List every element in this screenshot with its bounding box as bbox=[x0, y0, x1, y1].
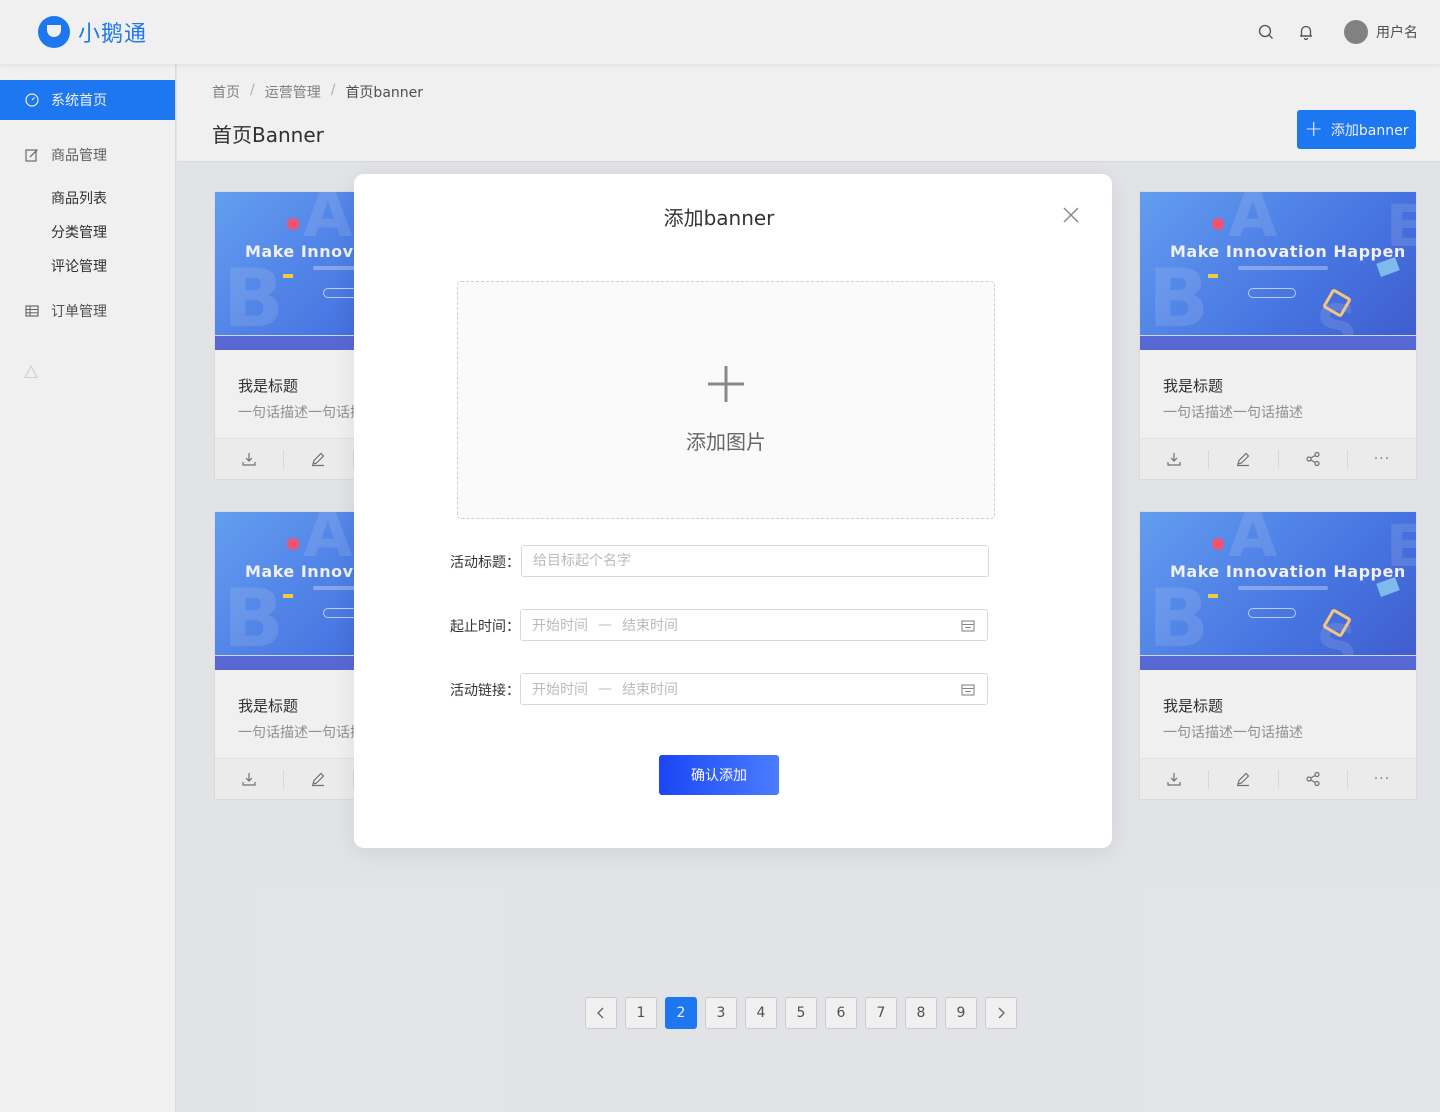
title-field[interactable] bbox=[521, 545, 989, 577]
confirm-add-button[interactable]: 确认添加 bbox=[659, 755, 779, 795]
upload-label: 添加图片 bbox=[686, 430, 766, 454]
range-separator: — bbox=[598, 681, 612, 697]
title-input[interactable] bbox=[533, 553, 988, 569]
range-separator: — bbox=[598, 617, 612, 633]
link-field[interactable]: 开始时间 — 结束时间 bbox=[520, 673, 988, 705]
plus-icon bbox=[708, 366, 744, 402]
calendar-icon[interactable] bbox=[960, 618, 976, 634]
close-icon[interactable] bbox=[1060, 204, 1082, 226]
end-time-placeholder[interactable]: 结束时间 bbox=[622, 679, 678, 699]
title-field-label: 活动标题： bbox=[450, 555, 520, 571]
link-field-label: 活动链接： bbox=[450, 683, 520, 699]
modal-title: 添加banner bbox=[663, 206, 775, 230]
date-range-picker[interactable]: 开始时间 — 结束时间 bbox=[520, 609, 988, 641]
add-banner-modal: 添加banner 添加图片 活动标题： 起止时间： 开始时间 — 结束时间 活动… bbox=[354, 174, 1112, 848]
time-field-label: 起止时间： bbox=[450, 619, 520, 635]
start-time-placeholder[interactable]: 开始时间 bbox=[532, 679, 588, 699]
calendar-icon[interactable] bbox=[960, 682, 976, 698]
start-time-placeholder[interactable]: 开始时间 bbox=[532, 615, 588, 635]
end-time-placeholder[interactable]: 结束时间 bbox=[622, 615, 678, 635]
image-upload-area[interactable]: 添加图片 bbox=[457, 281, 995, 519]
